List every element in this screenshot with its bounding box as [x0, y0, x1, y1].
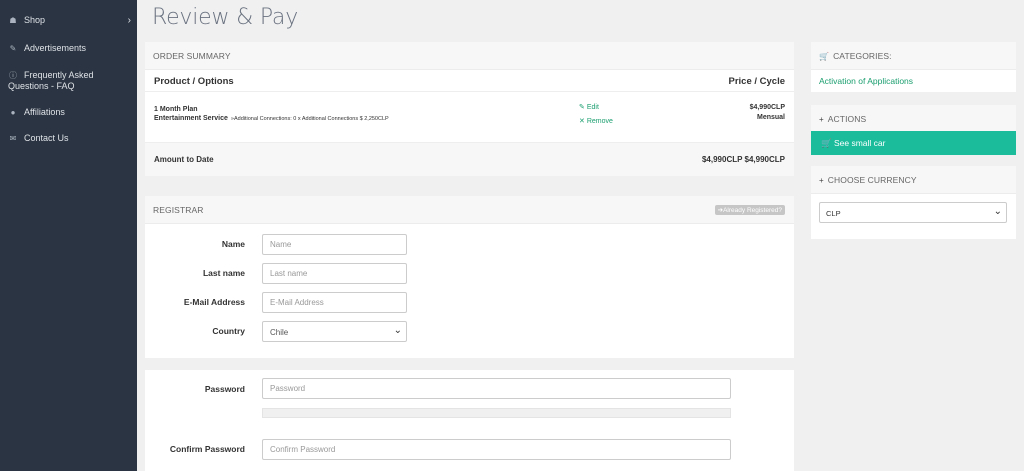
email-input[interactable]	[262, 292, 407, 313]
sidebar-item-label: Advertisements	[24, 43, 87, 53]
currency-select[interactable]: CLP ⌄	[819, 202, 1007, 223]
registrar-header: REGISTRAR	[145, 196, 794, 224]
order-total: Amount to Date $4,990CLP $4,990CLP	[145, 142, 794, 176]
password-panel: Password Confirm Password	[145, 370, 794, 471]
cart-icon: 🛒	[819, 52, 830, 61]
col-product: Product / Options	[154, 76, 234, 87]
country-row: Country Chile ⌄	[145, 321, 794, 343]
actions-header: + ACTIONS	[811, 105, 1016, 133]
edit-label: Edit	[586, 104, 599, 111]
actions-panel: + ACTIONS 🛒 See small car	[811, 105, 1016, 155]
already-label: Already Registered?	[723, 207, 782, 214]
users-icon: ●	[10, 108, 16, 117]
plan-info: 1 Month Plan Entertainment Service »Addit…	[154, 105, 389, 124]
sidebar-item-label: Shop	[24, 15, 46, 25]
chevron-down-icon: ⌄	[993, 206, 1002, 217]
password-strength-bar	[262, 408, 731, 418]
registrar-panel: REGISTRAR ➔Already Registered? Name Last…	[145, 196, 794, 358]
sidebar-item-label: Frequently Asked Questions - FAQ	[8, 70, 94, 91]
see-cart-button[interactable]: 🛒 See small car	[811, 131, 1016, 155]
total-label: Amount to Date	[154, 155, 214, 164]
close-icon: ✕	[579, 118, 585, 125]
item-price: $4,990CLP Mensual	[750, 103, 785, 123]
sidebar-item-contact[interactable]: ✉ Contact Us	[0, 130, 77, 147]
plus-icon: +	[819, 176, 824, 185]
sidebar-item-label: Affiliations	[24, 107, 65, 117]
order-item: 1 Month Plan Entertainment Service »Addit…	[145, 92, 794, 142]
order-summary-header: ORDER SUMMARY	[145, 42, 794, 70]
order-columns: Product / Options Price / Cycle	[145, 70, 794, 92]
sidebar-item-shop[interactable]: ☗ Shop ›	[0, 12, 137, 29]
col-price: Price / Cycle	[728, 76, 785, 87]
country-label: Country	[212, 326, 245, 336]
sidebar: ☗ Shop › ✎ Advertisements ⓘ Frequently Aske…	[0, 0, 137, 471]
sidebar-item-affiliations[interactable]: ● Affiliations	[0, 104, 73, 121]
pencil-icon: ✎	[579, 104, 585, 111]
edit-link[interactable]: ✎ Edit	[579, 103, 599, 111]
lastname-input[interactable]	[262, 263, 407, 284]
cart-icon: 🛒	[821, 138, 832, 148]
country-select[interactable]: Chile ⌄	[262, 321, 407, 342]
remove-link[interactable]: ✕ Remove	[579, 117, 613, 125]
currency-value: CLP	[826, 209, 841, 218]
total-value: $4,990CLP $4,990CLP	[701, 155, 785, 164]
info-icon: ⓘ	[9, 71, 17, 80]
sidebar-item-label: Contact Us	[24, 133, 69, 143]
name-label: Name	[221, 239, 245, 249]
categories-header: 🛒 CATEGORIES:	[811, 42, 1016, 70]
plan-name: 1 Month Plan	[154, 106, 198, 113]
plan-service: Entertainment Service	[154, 115, 228, 122]
email-label: E-Mail Address	[183, 297, 245, 307]
name-input[interactable]	[262, 234, 407, 255]
currency-panel: + CHOOSE CURRENCY CLP ⌄	[811, 166, 1016, 239]
remove-label: Remove	[586, 118, 613, 125]
price-value: $4,990CLP	[749, 104, 785, 111]
order-summary-panel: ORDER SUMMARY Product / Options Price / …	[145, 42, 794, 176]
megaphone-icon: ✎	[9, 44, 17, 53]
chevron-right-icon: ›	[127, 15, 131, 26]
category-link[interactable]: Activation of Applications	[819, 76, 913, 86]
shop-icon: ☗	[9, 16, 17, 25]
plan-connections: »Additional Connections: 0 x Additional …	[230, 116, 389, 122]
see-cart-label: See small car	[833, 138, 886, 148]
country-value: Chile	[270, 328, 289, 337]
sidebar-item-advertisements[interactable]: ✎ Advertisements	[0, 40, 94, 57]
envelope-icon: ✉	[9, 134, 17, 143]
name-row: Name	[145, 234, 794, 256]
sidebar-item-faq[interactable]: ⓘ Frequently Asked Questions - FAQ	[0, 67, 137, 95]
actions-title: ACTIONS	[827, 114, 867, 124]
email-row: E-Mail Address	[145, 292, 794, 314]
page-title: Review & Pay	[152, 5, 299, 30]
currency-title: CHOOSE CURRENCY	[827, 175, 917, 185]
categories-panel: 🛒 CATEGORIES: Activation of Applications	[811, 42, 1016, 92]
price-cycle: Mensual	[756, 114, 785, 121]
lastname-label: Last name	[202, 268, 245, 278]
confirm-password-input[interactable]	[262, 439, 731, 460]
password-label: Password	[204, 384, 245, 394]
confirm-password-label: Confirm Password	[169, 444, 245, 454]
plus-icon: +	[819, 115, 824, 124]
already-registered-button[interactable]: ➔Already Registered?	[714, 205, 785, 215]
categories-title: CATEGORIES:	[833, 51, 892, 61]
chevron-down-icon: ⌄	[393, 325, 402, 336]
password-input[interactable]	[262, 378, 731, 399]
currency-header: + CHOOSE CURRENCY	[811, 166, 1016, 194]
lastname-row: Last name	[145, 263, 794, 285]
